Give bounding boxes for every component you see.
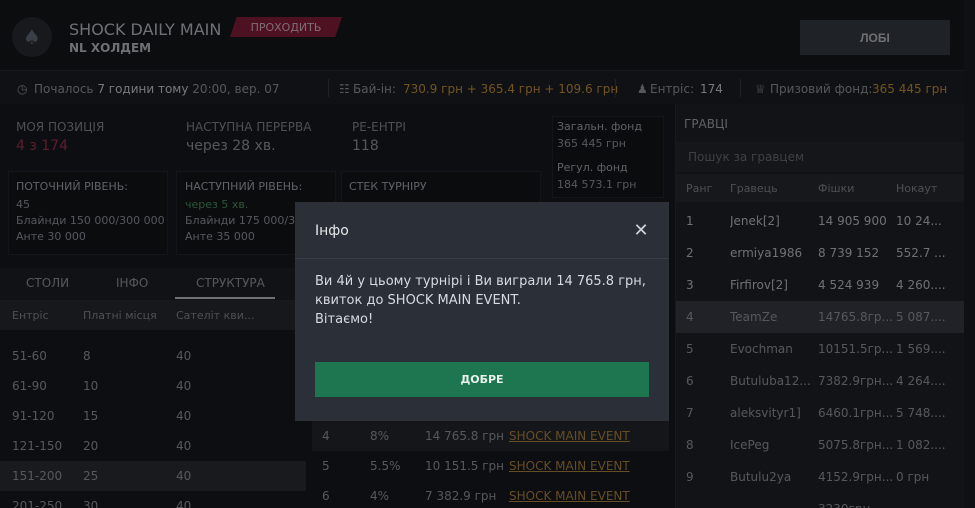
close-icon[interactable]: ✕ — [630, 219, 652, 241]
dialog-title: Інфо — [315, 223, 349, 239]
dialog-message-line: Ви 4й у цьому турнірі і Ви виграли 14 76… — [315, 274, 646, 289]
ok-button[interactable]: ДОБРЕ — [315, 362, 649, 397]
dialog-header: Інфо ✕ — [295, 202, 669, 259]
dialog-message: Ви 4й у цьому турнірі і Ви виграли 14 76… — [315, 272, 655, 329]
info-dialog: Інфо ✕ Ви 4й у цьому турнірі і Ви виграл… — [295, 202, 669, 421]
dialog-message-line: Вітаємо! — [315, 312, 374, 327]
dialog-message-line: квиток до SHOCK MAIN EVENT. — [315, 293, 521, 308]
